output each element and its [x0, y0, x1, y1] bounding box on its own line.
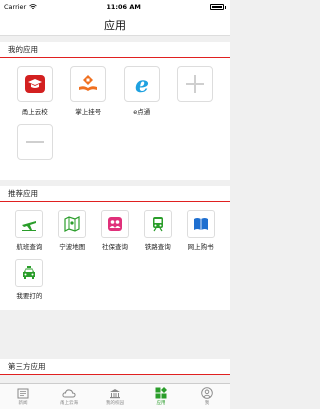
people-icon: [107, 217, 122, 231]
apps-grid-icon: [155, 387, 167, 399]
e-letter-icon: e: [135, 73, 149, 95]
app-label: 甬上云校: [21, 108, 48, 116]
my-apps-header: 我的应用: [0, 42, 230, 58]
recommended-header: 推荐应用: [0, 186, 230, 202]
app-flight-query[interactable]: 航班查询: [8, 210, 51, 251]
app-yongshang-yunxiao[interactable]: 甬上云校: [8, 66, 62, 116]
user-icon: [201, 387, 213, 399]
recommended-grid: 航班查询 宁波地图 社保查询 铁路查询 网上购书 我要打的: [0, 202, 230, 310]
app-label: 宁波地图: [59, 243, 86, 251]
tab-label: 我: [204, 401, 210, 406]
recommended-section: 推荐应用 航班查询 宁波地图 社保查询 铁路查询 网上购书 我要打的: [0, 186, 230, 310]
book-icon: [193, 218, 208, 230]
app-label: 掌上挂号: [75, 108, 102, 116]
status-time: 11:06 AM: [106, 3, 141, 11]
my-apps-grid: 甬上云校 掌上挂号 e e点通: [0, 58, 230, 180]
school-icon: [110, 388, 120, 398]
train-icon: [152, 217, 163, 232]
tab-label: 应用: [156, 401, 166, 406]
map-icon: [64, 216, 80, 232]
app-label: 我要打的: [16, 292, 43, 300]
status-left: Carrier: [4, 3, 37, 11]
hand-register-icon: [79, 75, 98, 91]
tab-apps[interactable]: 应用: [138, 384, 184, 409]
tab-my-campus[interactable]: 我的校园: [92, 384, 138, 409]
remove-app-button[interactable]: [8, 124, 62, 172]
app-label: 社保查询: [101, 243, 128, 251]
app-label: 网上购书: [187, 243, 214, 251]
newspaper-icon: [17, 388, 29, 398]
app-taxi[interactable]: 我要打的: [8, 259, 51, 300]
app-ningbo-map[interactable]: 宁波地图: [51, 210, 94, 251]
tab-label: 甬上云海: [60, 401, 78, 406]
app-zhangshang-guahao[interactable]: 掌上挂号: [62, 66, 116, 116]
my-apps-section: 我的应用 甬上云校 掌上挂号 e e点通: [0, 42, 230, 180]
battery-icon: [210, 4, 226, 10]
app-social-security[interactable]: 社保查询: [94, 210, 137, 251]
carrier-label: Carrier: [4, 3, 27, 11]
taxi-icon: [23, 266, 36, 279]
tab-label: 新闻: [18, 401, 28, 406]
svg-text:e: e: [135, 73, 149, 95]
app-label: e点通: [133, 108, 151, 116]
app-label: 铁路查询: [144, 243, 171, 251]
tab-bar: 新闻 甬上云海 我的校园 应用 我: [0, 383, 230, 409]
third-party-header: 第三方应用: [0, 359, 230, 375]
tab-me[interactable]: 我: [184, 384, 230, 409]
cloud-icon: [62, 388, 76, 397]
graduation-cap-icon: [24, 75, 45, 93]
add-app-button[interactable]: [169, 66, 223, 114]
nav-bar: 应用: [0, 14, 230, 36]
remove-icon: [25, 141, 44, 143]
tab-yunhai[interactable]: 甬上云海: [46, 384, 92, 409]
add-icon: [186, 75, 205, 93]
wifi-icon: [29, 4, 37, 9]
app-e-diantong[interactable]: e e点通: [115, 66, 169, 116]
app-online-books[interactable]: 网上购书: [179, 210, 222, 251]
tab-label: 我的校园: [106, 401, 124, 406]
app-label: 航班查询: [16, 243, 43, 251]
third-party-section: 第三方应用: [0, 359, 230, 375]
tab-news[interactable]: 新闻: [0, 384, 46, 409]
app-railway-query[interactable]: 铁路查询: [136, 210, 179, 251]
page-title: 应用: [104, 18, 126, 32]
status-bar: Carrier 11:06 AM: [0, 0, 230, 14]
airplane-icon: [22, 221, 37, 231]
